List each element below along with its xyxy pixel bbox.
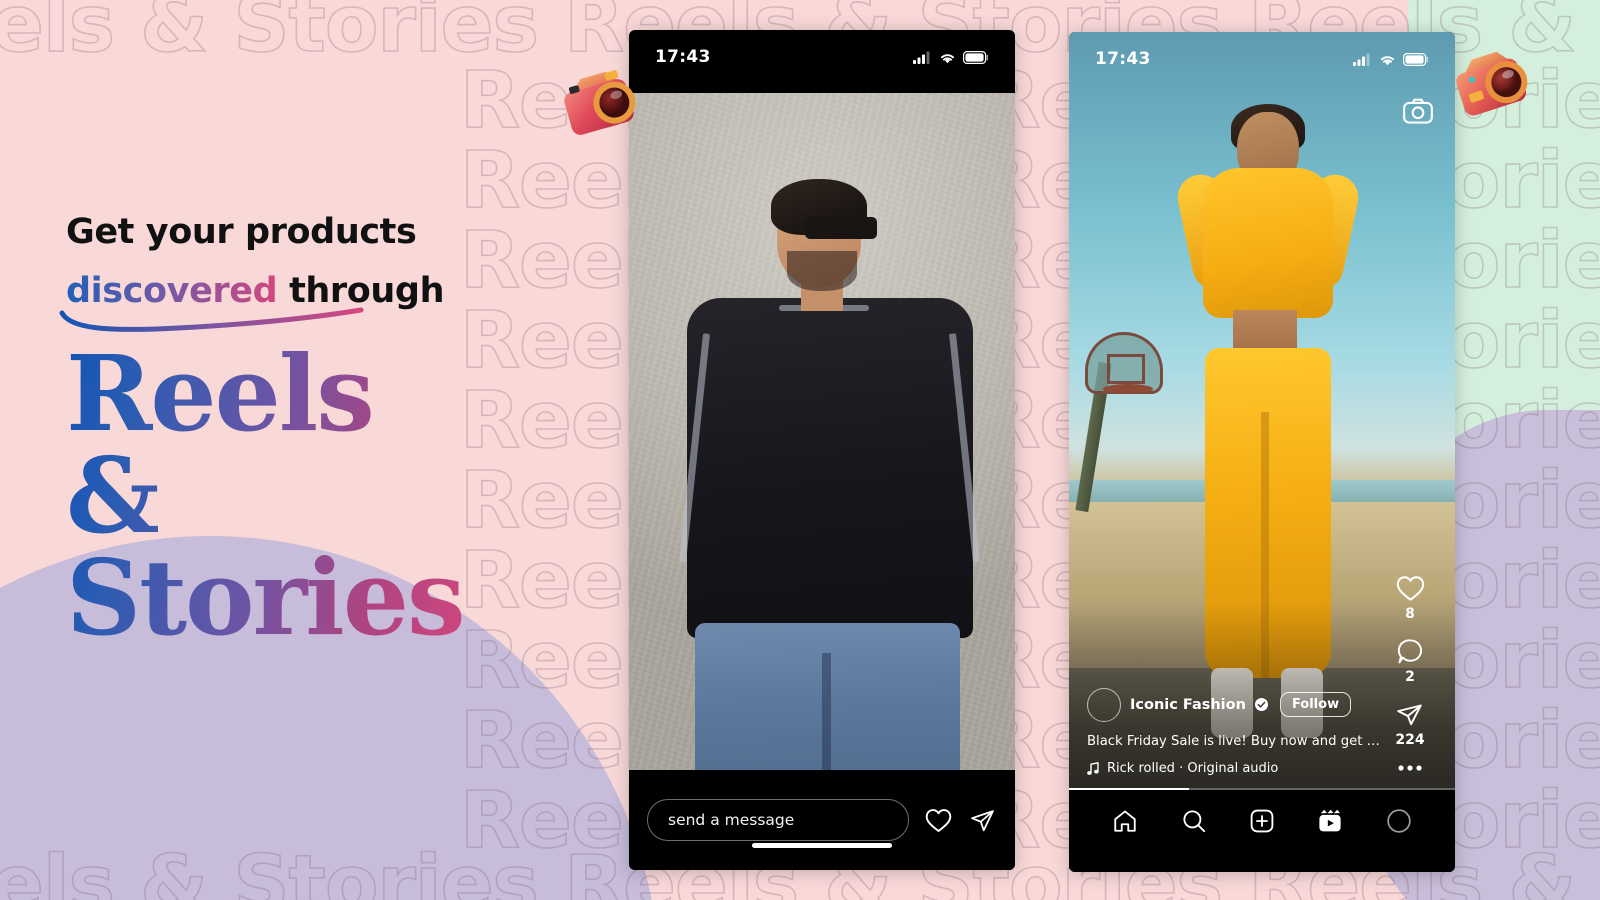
camera-emoji-right (1448, 42, 1540, 129)
share-count: 224 (1395, 732, 1425, 748)
comment-icon (1397, 639, 1422, 664)
home-icon (1114, 810, 1136, 832)
backboard-square (1107, 354, 1145, 384)
model-hoodie (1203, 168, 1333, 318)
verified-badge-icon (1254, 698, 1268, 712)
battery-icon (1403, 52, 1429, 66)
swoosh-icon (59, 307, 364, 333)
camera-emoji-icon (564, 70, 636, 135)
basketball-rim (1103, 384, 1153, 394)
dm-action-bar: send a message (629, 770, 1015, 870)
dm-photo (629, 93, 1015, 808)
status-bar-dm: 17:43 (629, 30, 1015, 84)
follow-button[interactable]: Follow (1279, 692, 1352, 718)
message-input[interactable]: send a message (647, 799, 909, 841)
status-clock: 17:43 (655, 47, 711, 67)
cellular-signal-icon (1353, 53, 1370, 66)
tab-reels[interactable] (1316, 807, 1344, 835)
subject-sunglasses (805, 217, 877, 239)
phone-mockup-reels: 17:43 8 2 224 Iconic Fashion Follow Blac… (1069, 32, 1455, 872)
camera-emoji-left (556, 62, 648, 149)
comment-count: 2 (1405, 669, 1415, 685)
like-action[interactable]: 8 (1396, 575, 1425, 622)
underline-swoosh (58, 307, 418, 333)
wifi-icon (1380, 55, 1395, 65)
kicker-line-2: discovered through (66, 271, 486, 312)
heart-icon (925, 808, 951, 832)
hero-copy: Get your products discovered through Ree… (59, 212, 486, 649)
camera-icon (1403, 98, 1433, 124)
music-note-icon (1087, 761, 1099, 775)
battery-icon (963, 50, 989, 64)
more-action[interactable] (1397, 764, 1423, 772)
caption-text[interactable]: Black Friday Sale is live! Buy now and g… (1087, 733, 1387, 750)
status-bar-reels: 17:43 (1069, 32, 1455, 86)
wifi-icon (940, 53, 955, 63)
share-action[interactable]: 224 (1395, 701, 1425, 748)
comment-action[interactable]: 2 (1396, 638, 1425, 685)
like-button[interactable] (923, 805, 953, 835)
send-icon (1397, 704, 1423, 726)
tab-profile[interactable] (1385, 807, 1413, 835)
like-count: 8 (1405, 606, 1415, 622)
cellular-signal-icon (913, 51, 930, 64)
bottom-tab-bar (1069, 790, 1455, 872)
home-indicator (752, 843, 892, 848)
add-icon (1250, 809, 1274, 833)
camera-button[interactable] (1403, 98, 1433, 129)
page-title-line-1: Reels & (66, 332, 373, 558)
audio-title: Rick rolled · Original audio (1107, 761, 1279, 776)
share-button[interactable] (967, 805, 997, 835)
account-name[interactable]: Iconic Fashion (1130, 697, 1246, 713)
account-row: Iconic Fashion Follow (1087, 687, 1387, 722)
page-title: Reels & Stories (66, 343, 486, 649)
search-icon (1183, 810, 1205, 833)
reels-icon (1319, 809, 1341, 832)
more-icon (1398, 765, 1422, 771)
subject-shirt (687, 298, 973, 638)
kicker-text-2: through (277, 270, 445, 311)
subject-beard (787, 251, 857, 291)
status-icons (913, 50, 989, 64)
phone-mockup-dm: 17:43 send a message (629, 30, 1015, 870)
avatar[interactable] (1087, 687, 1121, 722)
tab-search[interactable] (1180, 807, 1208, 835)
heart-icon (1396, 576, 1424, 601)
tab-home[interactable] (1111, 807, 1139, 835)
status-icons (1353, 52, 1429, 66)
profile-icon (1387, 809, 1411, 833)
reels-caption-block: Iconic Fashion Follow Black Friday Sale … (1087, 687, 1387, 776)
tab-create[interactable] (1248, 807, 1276, 835)
kicker-text-1: Get your products (66, 212, 417, 252)
page-title-line-2: Stories (66, 536, 464, 659)
audio-row[interactable]: Rick rolled · Original audio (1087, 761, 1387, 776)
kicker-line-1: Get your products (66, 212, 486, 253)
camera-emoji-icon (1456, 51, 1528, 116)
kicker-highlight: discovered (66, 270, 278, 311)
status-clock: 17:43 (1095, 49, 1151, 69)
send-icon (970, 809, 994, 831)
